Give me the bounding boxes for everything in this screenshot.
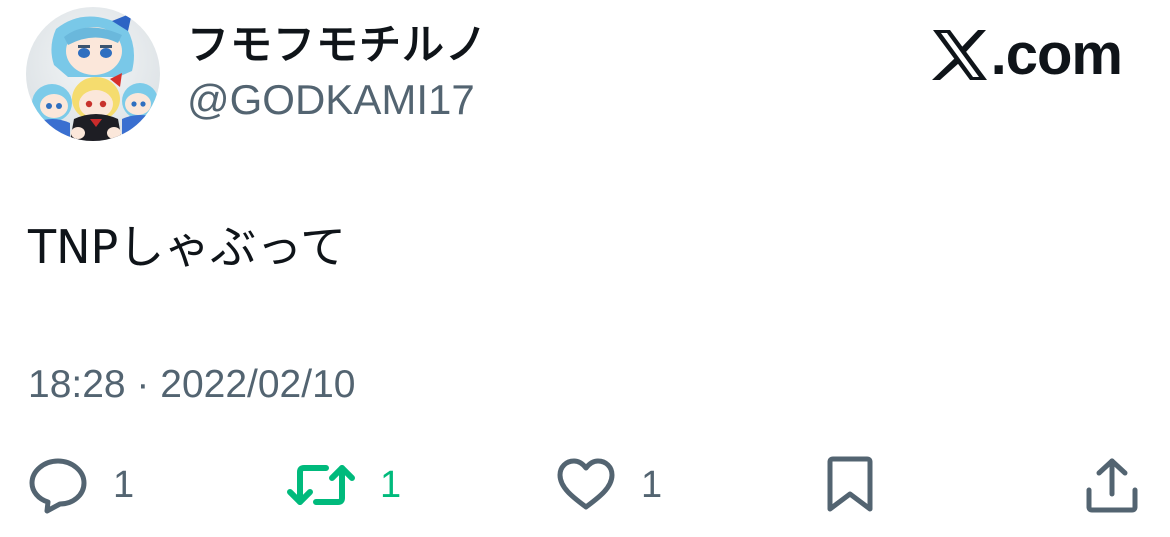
avatar[interactable] [26, 7, 160, 141]
author-handle[interactable]: @GODKAMI17 [187, 72, 475, 128]
brand-domain-text: .com [990, 22, 1123, 87]
like-count: 1 [641, 464, 663, 506]
heart-icon [557, 458, 615, 510]
share-icon [1086, 458, 1138, 513]
reply-button[interactable]: 1 [27, 455, 134, 515]
share-button[interactable] [1084, 455, 1140, 515]
retweet-icon [287, 465, 355, 505]
reply-count: 1 [113, 464, 135, 506]
brand-logo: .com [931, 22, 1123, 87]
tweet-timestamp[interactable]: 18:28 · 2022/02/10 [28, 358, 355, 412]
bookmark-button[interactable] [824, 455, 876, 515]
author-display-name[interactable]: フモフモチルノ [187, 15, 488, 75]
x-logo-icon [931, 30, 987, 80]
bookmark-icon [827, 456, 873, 512]
reply-icon [29, 458, 87, 514]
tweet-text: TNPしゃぶって [28, 220, 346, 274]
like-button[interactable]: 1 [555, 455, 662, 515]
avatar-plush-dolls-image [26, 7, 160, 141]
retweet-count: 1 [380, 464, 402, 506]
retweet-button[interactable]: 1 [286, 455, 401, 515]
